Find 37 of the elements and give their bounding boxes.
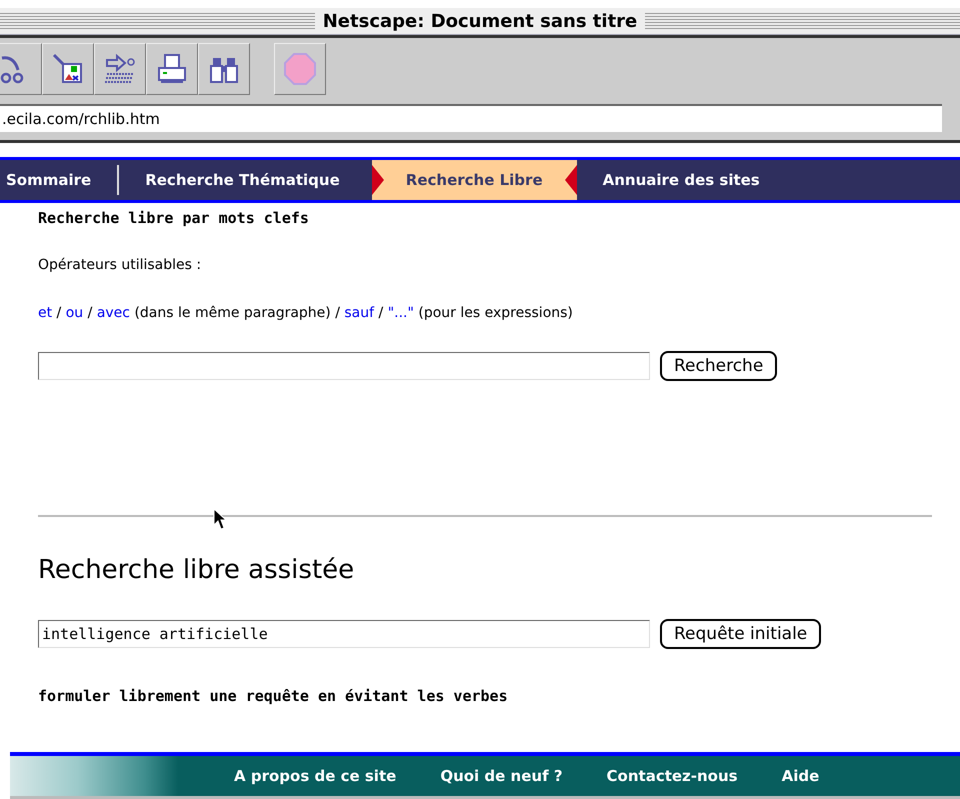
query-button[interactable]: Requête initiale	[660, 619, 822, 649]
section-heading: Recherche libre par mots clefs	[38, 209, 310, 227]
intro-text: Opérateurs utilisables :	[38, 257, 202, 273]
hint-text: formuler librement une requête en évitant les verbes	[38, 687, 509, 705]
footer-link[interactable]: A propos de ce site	[234, 767, 396, 785]
search-button[interactable]: Recherche	[660, 351, 778, 381]
operator-link[interactable]: et	[38, 305, 52, 321]
footer-link[interactable]: Aide	[782, 767, 820, 785]
operator-link[interactable]: avec	[96, 305, 130, 321]
operator-link[interactable]: "..."	[388, 305, 414, 321]
stop-icon	[283, 52, 317, 86]
toolbar-button[interactable]	[146, 43, 198, 95]
window-title: Netscape: Document sans titre	[322, 10, 638, 32]
toolbar-button[interactable]	[198, 43, 250, 95]
footer-link[interactable]: Contactez-nous	[606, 767, 738, 785]
toolbar-button[interactable]	[42, 43, 94, 95]
search-field[interactable]	[38, 352, 650, 380]
operator-link[interactable]: sauf	[344, 305, 374, 321]
location-field[interactable]: .ecila.com/rchlib.htm	[0, 104, 942, 132]
printer-icon	[155, 52, 189, 86]
nav-tab[interactable]: Annuaire des sites	[576, 160, 786, 200]
nav-tab[interactable]: Sommaire	[0, 160, 118, 200]
footer-link[interactable]: Quoi de neuf ?	[440, 767, 563, 785]
operators-text: et / ou / avec (dans le même paragraphe) / sauf / "..." (pour les expressions)	[38, 305, 574, 321]
triangle-icon	[372, 165, 384, 195]
triangle-icon	[564, 165, 577, 195]
operator-link[interactable]: ou	[66, 305, 84, 321]
query-field[interactable]: intelligence artificielle	[38, 620, 650, 648]
nav-tab[interactable]: Recherche Thématique	[119, 160, 366, 200]
nav-tab[interactable]: Recherche Libre	[372, 160, 577, 200]
toolbar-button[interactable]	[94, 43, 146, 95]
cursor-icon	[213, 508, 227, 530]
toolbar-button[interactable]	[0, 43, 42, 95]
section-heading: Recherche libre assistée	[38, 555, 354, 585]
stop-button[interactable]	[274, 43, 326, 95]
images-icon	[51, 52, 85, 86]
keyboard-icon	[103, 52, 137, 86]
